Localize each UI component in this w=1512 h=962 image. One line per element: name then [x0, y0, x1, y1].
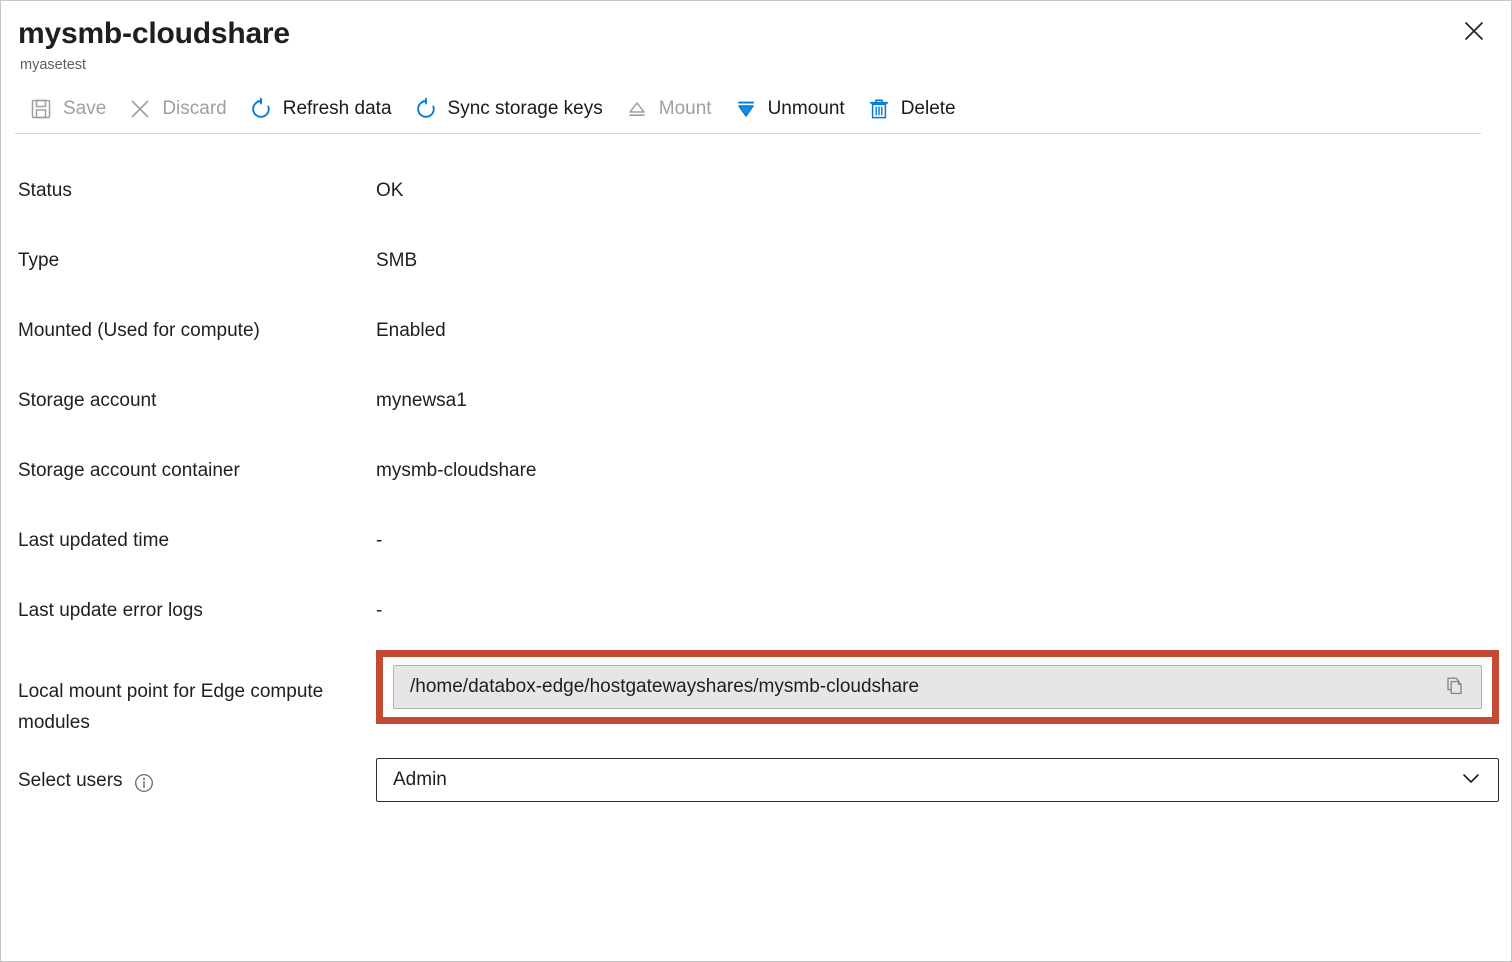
- unmount-button[interactable]: Unmount: [724, 89, 857, 129]
- property-row-select-users: Select users Admin: [1, 746, 1511, 822]
- chevron-down-icon: [1458, 765, 1484, 796]
- info-icon[interactable]: [133, 772, 155, 794]
- mount-button-label: Mount: [659, 98, 712, 120]
- property-row-storage-account: Storage account mynewsa1: [1, 370, 1511, 440]
- discard-icon: [127, 96, 153, 122]
- copy-button[interactable]: [1439, 673, 1469, 702]
- unmount-button-label: Unmount: [768, 98, 845, 120]
- unmount-icon: [733, 96, 759, 122]
- property-row-local-mount-point: Local mount point for Edge compute modul…: [1, 650, 1511, 746]
- property-row-type: Type SMB: [1, 230, 1511, 300]
- property-row-last-update-error-logs: Last update error logs -: [1, 580, 1511, 650]
- select-users-label: Select users: [18, 746, 376, 796]
- local-mount-point-field[interactable]: /home/databox-edge/hostgatewayshares/mys…: [393, 665, 1482, 709]
- property-label: Last updated time: [18, 510, 376, 556]
- refresh-data-button[interactable]: Refresh data: [239, 89, 404, 129]
- properties-list: Status OK Type SMB Mounted (Used for com…: [1, 134, 1511, 822]
- local-mount-point-value: /home/databox-edge/hostgatewayshares/mys…: [410, 676, 919, 698]
- property-row-status: Status OK: [1, 160, 1511, 230]
- property-label: Mounted (Used for compute): [18, 300, 376, 346]
- command-bar: Save Discard Refresh data: [1, 86, 1511, 132]
- property-value: SMB: [376, 230, 1511, 276]
- save-button: Save: [19, 89, 118, 129]
- page-title: mysmb-cloudshare: [18, 15, 1491, 53]
- mount-button: Mount: [615, 89, 724, 129]
- sync-storage-keys-button[interactable]: Sync storage keys: [404, 89, 615, 129]
- property-label: Storage account: [18, 370, 376, 416]
- property-row-mounted: Mounted (Used for compute) Enabled: [1, 300, 1511, 370]
- property-label: Type: [18, 230, 376, 276]
- local-mount-point-label: Local mount point for Edge compute modul…: [18, 650, 376, 738]
- page-subtitle: myasetest: [20, 55, 1491, 75]
- delete-icon: [866, 96, 892, 122]
- close-icon: [1461, 18, 1487, 47]
- property-value: mynewsa1: [376, 370, 1511, 416]
- select-users-value: Admin: [393, 769, 447, 791]
- property-label: Storage account container: [18, 440, 376, 486]
- property-label: Last update error logs: [18, 580, 376, 626]
- delete-button-label: Delete: [901, 98, 956, 120]
- delete-button[interactable]: Delete: [857, 89, 968, 129]
- discard-button: Discard: [118, 89, 238, 129]
- share-details-blade: mysmb-cloudshare myasetest Save: [0, 0, 1512, 962]
- sync-icon: [413, 96, 439, 122]
- property-row-storage-account-container: Storage account container mysmb-cloudsha…: [1, 440, 1511, 510]
- refresh-data-button-label: Refresh data: [283, 98, 392, 120]
- property-value: Enabled: [376, 300, 1511, 346]
- sync-storage-keys-button-label: Sync storage keys: [448, 98, 603, 120]
- mount-icon: [624, 96, 650, 122]
- property-value: -: [376, 580, 1511, 626]
- property-value: OK: [376, 160, 1511, 206]
- property-value: -: [376, 510, 1511, 556]
- property-value: mysmb-cloudshare: [376, 440, 1511, 486]
- discard-button-label: Discard: [162, 98, 226, 120]
- select-users-control-wrap: Admin: [376, 746, 1499, 802]
- select-users-dropdown[interactable]: Admin: [376, 758, 1499, 802]
- highlight-annotation: /home/databox-edge/hostgatewayshares/mys…: [376, 650, 1499, 724]
- save-button-label: Save: [63, 98, 106, 120]
- copy-icon: [1443, 675, 1465, 700]
- blade-header: mysmb-cloudshare myasetest: [1, 1, 1511, 75]
- refresh-icon: [248, 96, 274, 122]
- save-icon: [28, 96, 54, 122]
- property-label: Status: [18, 160, 376, 206]
- close-button[interactable]: [1453, 11, 1495, 53]
- property-row-last-updated-time: Last updated time -: [1, 510, 1511, 580]
